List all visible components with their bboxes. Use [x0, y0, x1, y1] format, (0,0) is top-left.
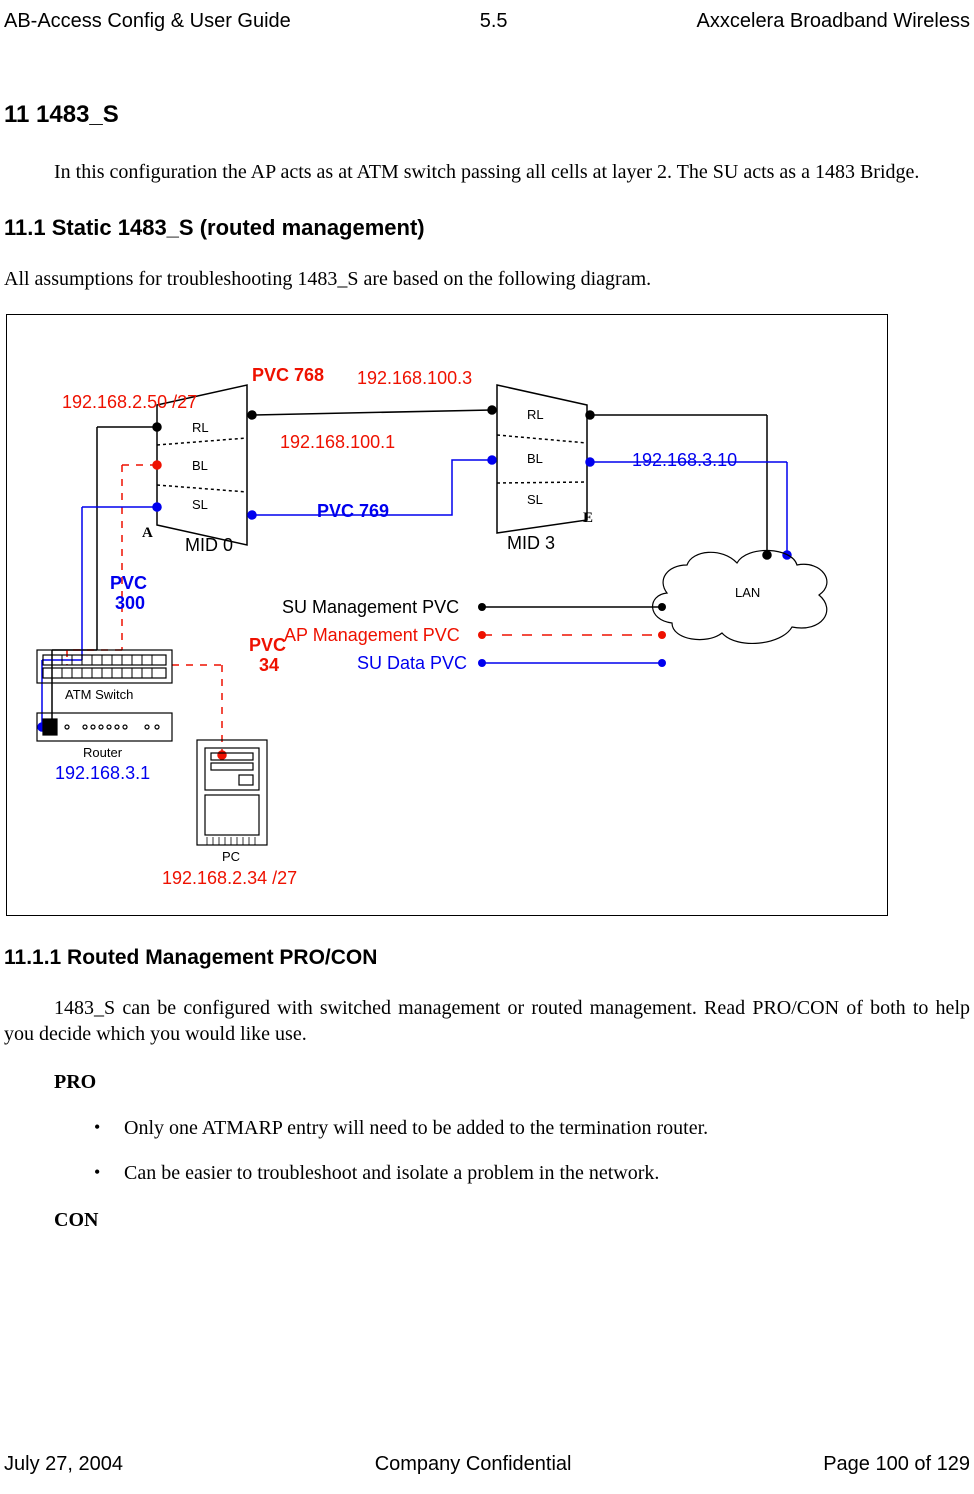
section-11-intro: In this configuration the AP acts as at …: [4, 159, 970, 185]
label-pvc300-1: PVC: [110, 573, 147, 594]
label-pvc34-1: PVC: [249, 635, 286, 656]
label-ip-3-1: 192.168.3.1: [55, 763, 150, 784]
label-ip-100-1: 192.168.100.1: [280, 432, 395, 453]
page-body: 11 1483_S In this configuration the AP a…: [0, 101, 974, 1233]
label-pvc34-2: 34: [259, 655, 279, 676]
page-header: AB-Access Config & User Guide 5.5 Axxcel…: [0, 10, 974, 41]
label-atm-switch: ATM Switch: [65, 687, 133, 702]
ap-layer-sl: SL: [192, 497, 208, 512]
footer-right: Page 100 of 129: [823, 1453, 970, 1476]
label-pvc300-2: 300: [115, 593, 145, 614]
su-label-e: E: [583, 510, 593, 527]
pro-heading: PRO: [54, 1069, 970, 1095]
legend-su-mgmt: SU Management PVC: [282, 597, 459, 618]
label-lan: LAN: [735, 585, 760, 600]
label-ip-100-3: 192.168.100.3: [357, 368, 472, 389]
ap-layer-rl: RL: [192, 420, 209, 435]
network-diagram: PVC 768 192.168.100.3 192.168.2.50 /27 1…: [6, 314, 888, 916]
legend-su-data: SU Data PVC: [357, 653, 467, 674]
page-footer: July 27, 2004 Company Confidential Page …: [4, 1453, 970, 1476]
ap-label-a: A: [142, 525, 153, 542]
legend-ap-mgmt: AP Management PVC: [284, 625, 460, 646]
header-center: 5.5: [480, 10, 508, 33]
label-mid0: MID 0: [185, 535, 233, 556]
label-ip-3-10: 192.168.3.10: [632, 450, 737, 471]
con-heading: CON: [54, 1207, 970, 1233]
header-right: Axxcelera Broadband Wireless: [697, 10, 970, 33]
list-item: Can be easier to troubleshoot and isolat…: [94, 1162, 970, 1185]
footer-center: Company Confidential: [375, 1453, 572, 1476]
footer-left: July 27, 2004: [4, 1453, 123, 1476]
ap-layer-bl: BL: [192, 458, 208, 473]
list-item: Only one ATMARP entry will need to be ad…: [94, 1117, 970, 1140]
label-ip-2-50: 192.168.2.50 /27: [62, 392, 197, 413]
pro-list: Only one ATMARP entry will need to be ad…: [94, 1117, 970, 1185]
su-layer-rl: RL: [527, 407, 544, 422]
label-pc: PC: [222, 849, 240, 864]
label-mid3: MID 3: [507, 533, 555, 554]
label-ip-2-34: 192.168.2.34 /27: [162, 868, 297, 889]
su-layer-sl: SL: [527, 492, 543, 507]
label-pvc768: PVC 768: [252, 365, 324, 386]
header-left: AB-Access Config & User Guide: [4, 10, 291, 33]
section-11-1-1-intro: 1483_S can be configured with switched m…: [4, 995, 970, 1047]
section-11-title: 11 1483_S: [4, 101, 970, 129]
section-11-1-title: 11.1 Static 1483_S (routed management): [4, 215, 970, 241]
su-layer-bl: BL: [527, 451, 543, 466]
section-11-1-1-title: 11.1.1 Routed Management PRO/CON: [4, 946, 970, 970]
label-router: Router: [83, 745, 122, 760]
label-pvc769: PVC 769: [317, 501, 389, 522]
section-11-1-intro: All assumptions for troubleshooting 1483…: [4, 266, 970, 292]
